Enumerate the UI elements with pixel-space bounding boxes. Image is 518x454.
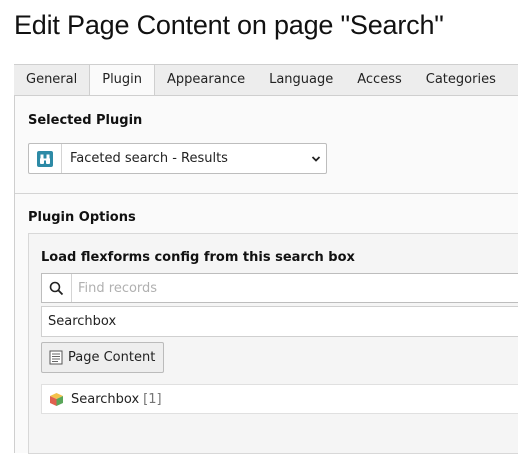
document-icon [49,350,63,365]
plugin-select[interactable]: Faceted search - Results [28,143,327,174]
tab-plugin[interactable]: Plugin [89,65,156,96]
selected-plugin-heading: Selected Plugin [28,113,143,128]
page-content-button[interactable]: Page Content [41,342,165,373]
tab-panel-plugin: Selected Plugin Faceted search - Results… [14,95,518,454]
tab-categories[interactable]: Categories [414,65,508,96]
page-content-button-label: Page Content [68,350,156,365]
selected-records-field[interactable]: Searchbox [41,306,518,337]
page-title: Edit Page Content on page "Search" [14,10,444,40]
find-records-input[interactable] [72,275,518,301]
tab-bar: General Plugin Appearance Language Acces… [14,64,518,96]
box-icon [49,392,64,407]
tab-access[interactable]: Access [345,65,414,96]
flexform-field-label: Load flexforms config from this search b… [41,250,355,265]
record-title: Searchbox [71,391,140,407]
tab-language[interactable]: Language [257,65,345,96]
search-icon[interactable] [42,274,72,302]
record-uid: [1] [143,391,162,407]
flexform-field-box: Load flexforms config from this search b… [28,233,518,454]
plugin-icon-container [29,144,62,173]
chevron-down-icon [306,155,326,163]
plugin-options-heading: Plugin Options [28,210,136,225]
plugin-select-value: Faceted search - Results [70,151,228,166]
binoculars-icon [37,150,53,167]
selected-record-item[interactable]: Searchbox [1] [41,384,518,414]
tab-appearance[interactable]: Appearance [155,65,257,96]
record-search [41,273,518,303]
section-divider [15,193,518,194]
tab-notes-truncated[interactable]: N [508,65,518,96]
tab-general[interactable]: General [14,65,89,96]
